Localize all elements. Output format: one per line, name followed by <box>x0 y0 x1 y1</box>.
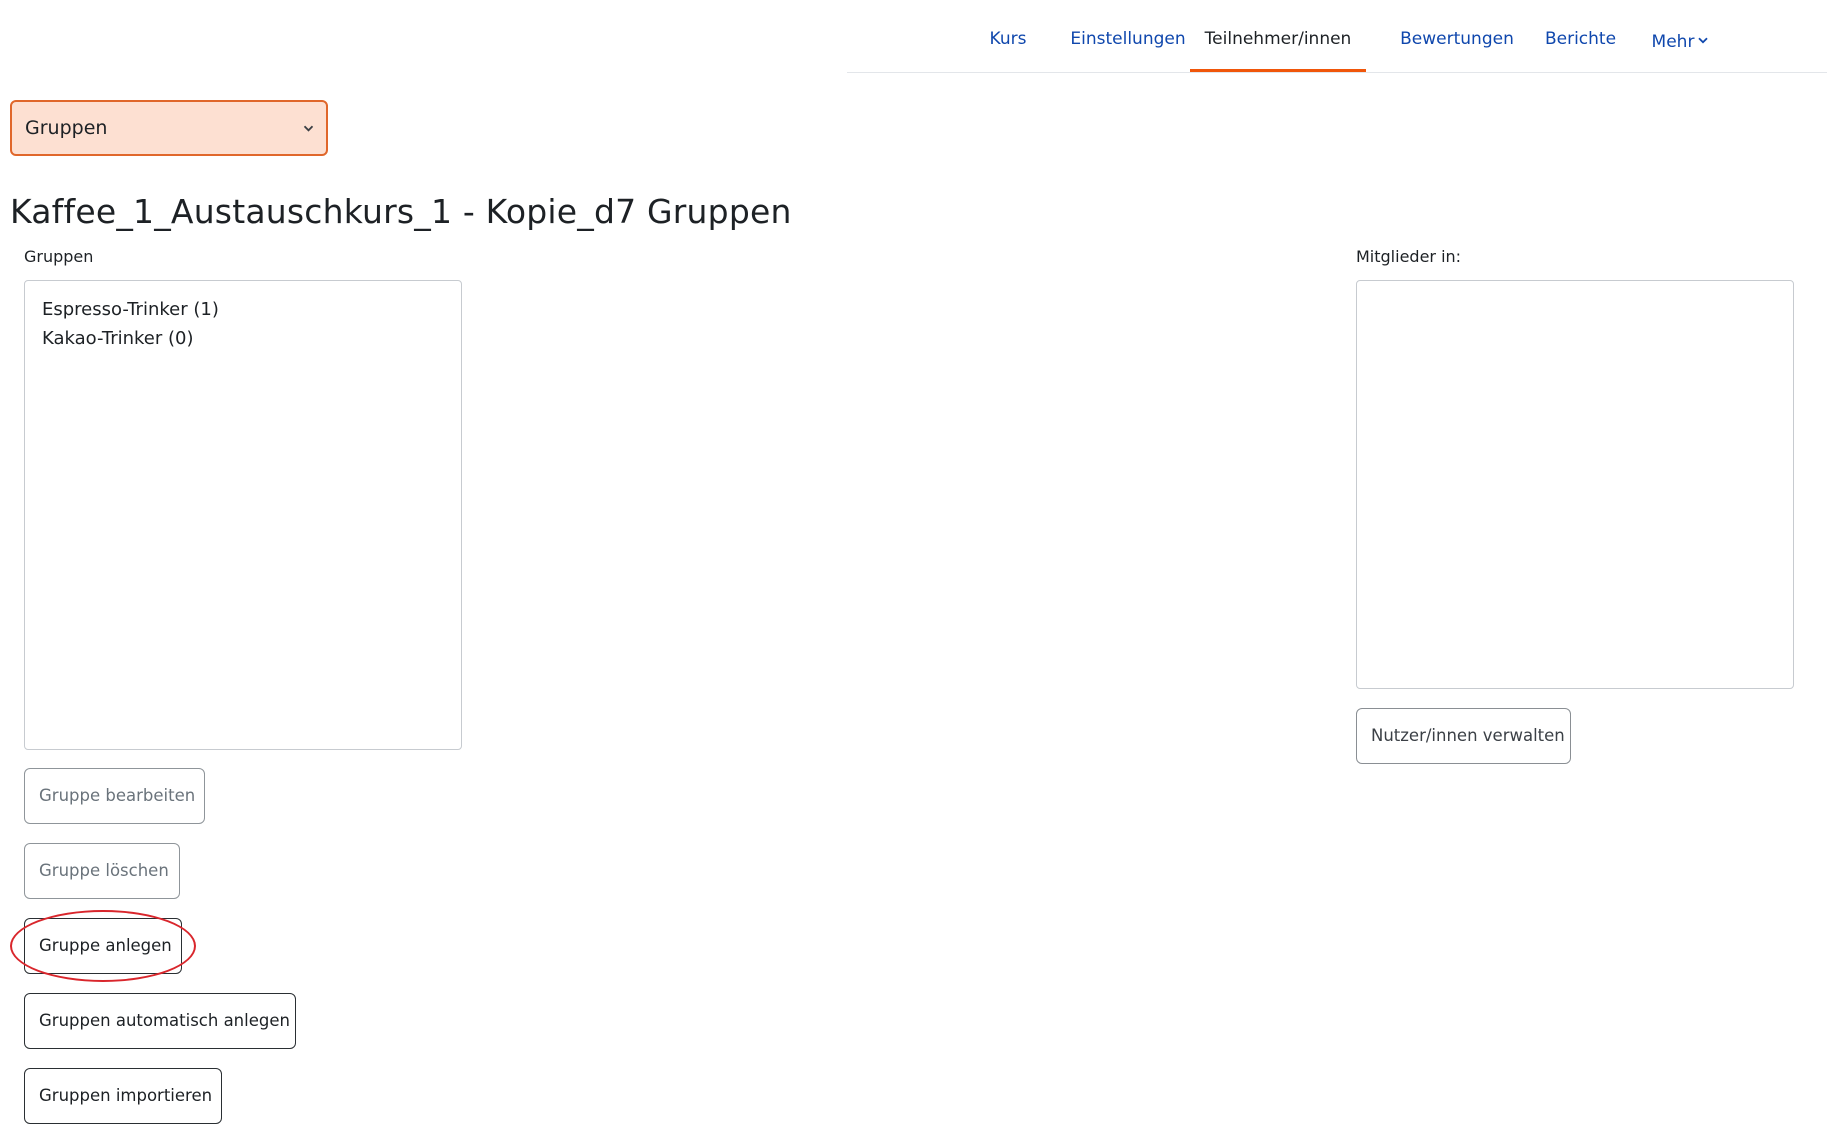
chevron-down-icon <box>303 102 314 154</box>
group-option[interactable]: Kakao-Trinker (0) <box>25 324 461 353</box>
nav-item-bewertungen[interactable]: Bewertungen <box>1382 0 1532 72</box>
select-value: Gruppen <box>25 117 108 139</box>
secondary-navigation: Kurs Einstellungen Teilnehmer/innen Bewe… <box>847 0 1827 73</box>
page: Kurs Einstellungen Teilnehmer/innen Bewe… <box>0 0 1847 1138</box>
nav-item-mehr[interactable]: Mehr <box>1627 0 1733 72</box>
nav-item-einstellungen[interactable]: Einstellungen <box>1058 0 1198 72</box>
nav-item-mehr-label: Mehr <box>1651 32 1695 52</box>
nav-item-berichte[interactable]: Berichte <box>1528 0 1633 72</box>
edit-group-button[interactable]: Gruppe bearbeiten <box>24 768 205 824</box>
groups-listbox[interactable]: Espresso-Trinker (1) Kakao-Trinker (0) <box>24 280 462 750</box>
create-group-button[interactable]: Gruppe anlegen <box>24 918 182 974</box>
tertiary-navigation-select[interactable]: Gruppen <box>10 100 328 156</box>
members-listbox[interactable] <box>1356 280 1794 689</box>
page-title: Kaffee_1_Austauschkurs_1 - Kopie_d7 Grup… <box>10 192 792 231</box>
auto-create-groups-button[interactable]: Gruppen automatisch anlegen <box>24 993 296 1049</box>
import-groups-button[interactable]: Gruppen importieren <box>24 1068 222 1124</box>
nav-item-teilnehmer[interactable]: Teilnehmer/innen <box>1190 0 1366 72</box>
manage-users-button[interactable]: Nutzer/innen verwalten <box>1356 708 1571 764</box>
chevron-down-icon <box>1698 0 1709 78</box>
groups-label: Gruppen <box>24 247 94 266</box>
delete-group-button[interactable]: Gruppe löschen <box>24 843 180 899</box>
nav-item-kurs[interactable]: Kurs <box>984 0 1032 72</box>
members-label: Mitglieder in: <box>1356 247 1462 266</box>
group-option[interactable]: Espresso-Trinker (1) <box>25 295 461 324</box>
